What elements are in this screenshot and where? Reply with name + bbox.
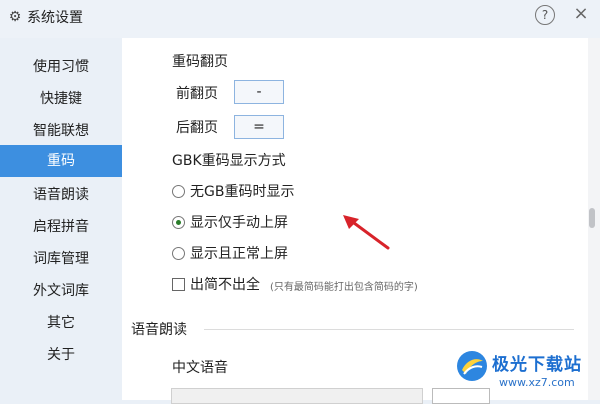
- window-title: 系统设置: [27, 10, 83, 26]
- radio-label-manual-commit: 显示仅手动上屏: [190, 215, 288, 231]
- annotation-arrow-icon: [343, 215, 390, 250]
- help-button[interactable]: ?: [535, 5, 555, 25]
- sidebar-item-shortcuts[interactable]: 快捷键: [0, 83, 122, 115]
- sidebar-item-duplicate-codes[interactable]: 重码: [0, 145, 122, 177]
- sidebar-item-voice-reading[interactable]: 语音朗读: [0, 179, 122, 211]
- sidebar-item-qicheng-pinyin[interactable]: 启程拼音: [0, 211, 122, 243]
- radio-manual-commit[interactable]: [172, 216, 185, 229]
- sidebar-item-about[interactable]: 关于: [0, 339, 122, 371]
- chinese-voice-label: 中文语音: [172, 360, 228, 376]
- aurora-logo-icon: [457, 351, 487, 381]
- gear-icon: ⚙: [8, 9, 22, 25]
- sidebar-item-dictionary-management[interactable]: 词库管理: [0, 243, 122, 275]
- radio-label-normal-commit: 显示且正常上屏: [190, 246, 288, 262]
- section-divider: [204, 329, 574, 330]
- scrollbar-thumb[interactable]: [589, 208, 595, 228]
- next-page-label: 后翻页: [176, 120, 218, 136]
- close-button[interactable]: ×: [570, 3, 592, 25]
- simple-code-label: 出简不出全: [190, 277, 260, 293]
- page-turn-heading: 重码翻页: [172, 54, 228, 70]
- radio-label-no-gb-display: 无GB重码时显示: [190, 184, 295, 200]
- next-page-key-field[interactable]: =: [234, 115, 284, 139]
- sidebar-item-foreign-dictionary[interactable]: 外文词库: [0, 275, 122, 307]
- radio-normal-commit[interactable]: [172, 247, 185, 260]
- sidebar-item-other[interactable]: 其它: [0, 307, 122, 339]
- sidebar: 使用习惯 快捷键 智能联想 重码 语音朗读 启程拼音 词库管理 外文词库 其它 …: [0, 38, 122, 400]
- watermark-url: www.xz7.com: [499, 376, 575, 389]
- simple-code-checkbox[interactable]: [172, 278, 185, 291]
- prev-page-key-field[interactable]: -: [234, 80, 284, 104]
- voice-section-heading: 语音朗读: [131, 322, 187, 338]
- gbk-display-heading: GBK重码显示方式: [172, 153, 286, 169]
- watermark: 极光下载站 www.xz7.com: [455, 343, 600, 400]
- chinese-voice-select[interactable]: [171, 388, 423, 404]
- watermark-brand: 极光下载站: [492, 355, 582, 375]
- sidebar-item-smart-association[interactable]: 智能联想: [0, 115, 122, 147]
- title-bar: ⚙ 系统设置 ? ×: [0, 0, 600, 38]
- radio-no-gb-display[interactable]: [172, 185, 185, 198]
- prev-page-label: 前翻页: [176, 86, 218, 102]
- simple-code-hint: (只有最简码能打出包含简码的字): [270, 282, 418, 293]
- sidebar-item-usage-habits[interactable]: 使用习惯: [0, 51, 122, 83]
